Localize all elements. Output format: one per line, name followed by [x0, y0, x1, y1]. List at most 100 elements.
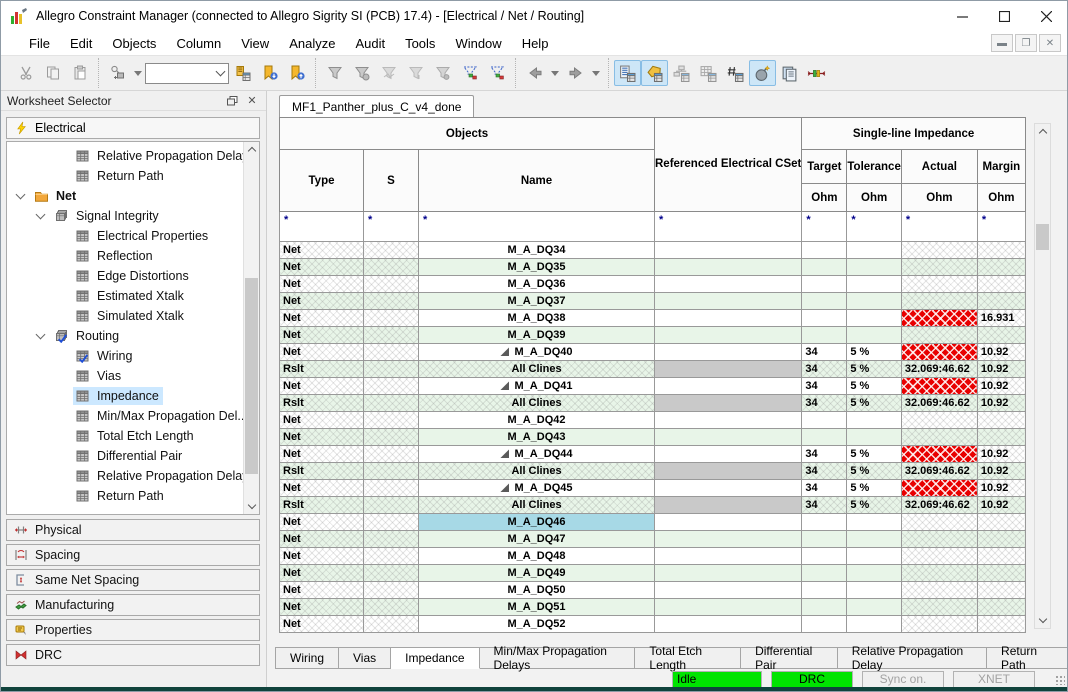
cell-target[interactable] — [802, 548, 847, 565]
cell-s[interactable] — [364, 344, 419, 361]
menu-tools[interactable]: Tools — [395, 33, 445, 54]
tab-impedance[interactable]: Impedance — [391, 647, 479, 669]
tree-item-differential-pair[interactable]: Differential Pair — [7, 446, 243, 466]
cell-margin[interactable]: 10.92 — [977, 361, 1025, 378]
menu-edit[interactable]: Edit — [60, 33, 102, 54]
cell-referenced-cset[interactable] — [655, 395, 802, 412]
cell-name[interactable]: M_A_DQ34 — [419, 242, 655, 259]
tree-item-routing[interactable]: Routing — [7, 326, 243, 346]
tab-return-path[interactable]: Return Path — [987, 647, 1068, 669]
maximize-button[interactable] — [983, 1, 1025, 31]
cell-s[interactable] — [364, 259, 419, 276]
tree-item-impedance[interactable]: Impedance — [7, 386, 243, 406]
cell-target[interactable] — [802, 565, 847, 582]
cell-target[interactable] — [802, 310, 847, 327]
cell-referenced-cset[interactable] — [655, 582, 802, 599]
cut-icon[interactable] — [12, 60, 39, 86]
cell-actual[interactable]: 32.069:46.62 — [901, 497, 977, 514]
cell-margin[interactable]: 10.92 — [977, 344, 1025, 361]
cell-s[interactable] — [364, 276, 419, 293]
cell-tolerance[interactable]: 5 % — [847, 480, 901, 497]
tree-item-reflection[interactable]: Reflection — [7, 246, 243, 266]
cell-actual[interactable] — [901, 344, 977, 361]
cell-tolerance[interactable] — [847, 565, 901, 582]
tree-item-return-path[interactable]: Return Path — [7, 486, 243, 506]
cell-actual[interactable]: 32.069:46.62 — [901, 361, 977, 378]
cell-name[interactable]: M_A_DQ42 — [419, 412, 655, 429]
cell-type[interactable]: Net — [280, 616, 364, 633]
cell-actual[interactable] — [901, 429, 977, 446]
cell-referenced-cset[interactable] — [655, 548, 802, 565]
menu-analyze[interactable]: Analyze — [279, 33, 345, 54]
cell-s[interactable] — [364, 616, 419, 633]
cell-tolerance[interactable] — [847, 327, 901, 344]
cell-tolerance[interactable]: 5 % — [847, 344, 901, 361]
tree-item-relative-propagation-delay[interactable]: Relative Propagation Delay — [7, 146, 243, 166]
collapse-chevron-icon[interactable] — [36, 330, 46, 340]
cell-name[interactable]: M_A_DQ49 — [419, 565, 655, 582]
hierarchy-icon[interactable] — [668, 60, 695, 86]
cell-target[interactable] — [802, 259, 847, 276]
cell-actual[interactable] — [901, 293, 977, 310]
cell-name[interactable]: M_A_DQ39 — [419, 327, 655, 344]
menu-file[interactable]: File — [19, 33, 60, 54]
collapse-chevron-icon[interactable] — [36, 210, 46, 220]
cell-tolerance[interactable] — [847, 429, 901, 446]
cell-margin[interactable]: 10.92 — [977, 378, 1025, 395]
cell-actual[interactable] — [901, 582, 977, 599]
cell-target[interactable]: 34 — [802, 395, 847, 412]
notes-icon[interactable] — [776, 60, 803, 86]
tree-scrollbar[interactable] — [243, 142, 259, 514]
cell-actual[interactable] — [901, 565, 977, 582]
section-spacing[interactable]: Spacing — [6, 544, 260, 566]
cell-actual[interactable] — [901, 616, 977, 633]
cell-target[interactable]: 34 — [802, 361, 847, 378]
cell-tolerance[interactable] — [847, 242, 901, 259]
filter-ref-cset[interactable]: * — [655, 212, 802, 242]
cell-target[interactable] — [802, 293, 847, 310]
status-xnet-toggle[interactable]: XNET — [953, 671, 1035, 688]
cell-target[interactable] — [802, 276, 847, 293]
cell-target[interactable] — [802, 412, 847, 429]
expand-triangle-icon[interactable] — [500, 449, 509, 458]
cell-tolerance[interactable] — [847, 599, 901, 616]
cell-type[interactable]: Net — [280, 514, 364, 531]
cell-referenced-cset[interactable] — [655, 259, 802, 276]
cell-actual[interactable] — [901, 310, 977, 327]
cell-target[interactable] — [802, 582, 847, 599]
cell-referenced-cset[interactable] — [655, 514, 802, 531]
cell-actual[interactable] — [901, 276, 977, 293]
filter-actual[interactable]: * — [901, 212, 977, 242]
cell-target[interactable] — [802, 327, 847, 344]
cell-referenced-cset[interactable] — [655, 276, 802, 293]
expand-triangle-icon[interactable] — [500, 483, 509, 492]
cell-s[interactable] — [364, 310, 419, 327]
tree-item-vias[interactable]: Vias — [7, 366, 243, 386]
cell-actual[interactable]: 32.069:46.62 — [901, 463, 977, 480]
cell-referenced-cset[interactable] — [655, 463, 802, 480]
tab-total-etch-length[interactable]: Total Etch Length — [635, 647, 741, 669]
close-panel-icon[interactable]: ✕ — [244, 94, 260, 108]
cell-referenced-cset[interactable] — [655, 599, 802, 616]
cell-s[interactable] — [364, 293, 419, 310]
cell-margin[interactable]: 10.92 — [977, 480, 1025, 497]
cell-type[interactable]: Net — [280, 378, 364, 395]
header-tolerance[interactable]: Tolerance — [847, 150, 901, 184]
section-drc[interactable]: DRC — [6, 644, 260, 666]
analyze-drc-icon[interactable] — [749, 60, 776, 86]
forward-history-dropdown-icon[interactable] — [592, 71, 600, 76]
cell-s[interactable] — [364, 429, 419, 446]
filter-margin[interactable]: * — [977, 212, 1025, 242]
cell-actual[interactable] — [901, 548, 977, 565]
filter-off-icon[interactable] — [483, 60, 510, 86]
cell-type[interactable]: Net — [280, 276, 364, 293]
cell-actual[interactable] — [901, 242, 977, 259]
float-panel-icon[interactable] — [224, 94, 240, 108]
cell-s[interactable] — [364, 565, 419, 582]
cell-s[interactable] — [364, 582, 419, 599]
section-properties[interactable]: Properties — [6, 619, 260, 641]
cell-referenced-cset[interactable] — [655, 497, 802, 514]
cell-name[interactable]: M_A_DQ46 — [419, 514, 655, 531]
cell-margin[interactable] — [977, 548, 1025, 565]
cell-margin[interactable] — [977, 293, 1025, 310]
